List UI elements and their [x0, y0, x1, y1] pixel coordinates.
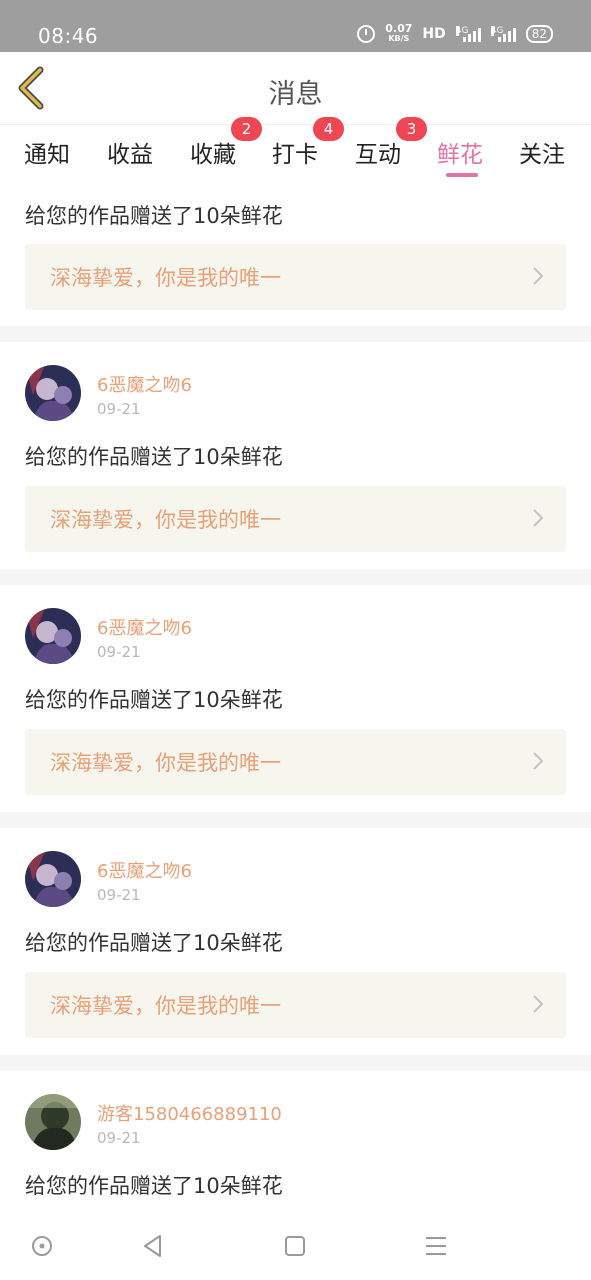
message-date: 09-21 — [97, 1129, 141, 1147]
work-card[interactable]: 深海挚爱，你是我的唯一 — [25, 244, 566, 310]
message-list: 给您的作品赠送了10朵鲜花 深海挚爱，你是我的唯一 6恶魔之吻6 09-21 给… — [0, 180, 591, 1216]
divider — [0, 569, 591, 585]
avatar-image — [25, 1094, 81, 1150]
chevron-right-icon — [533, 267, 544, 285]
list-item: 游客1580466889110 09-21 给您的作品赠送了10朵鲜花 — [0, 1071, 591, 1216]
tab-flowers[interactable]: 鲜花 — [437, 135, 483, 169]
work-card[interactable]: 深海挚爱，你是我的唯一 — [25, 486, 566, 552]
app-header: 消息 — [0, 52, 591, 124]
user-name[interactable]: 6恶魔之吻6 — [97, 371, 192, 397]
signal-sim2-icon: 4G — [490, 26, 516, 42]
work-card[interactable]: 深海挚爱，你是我的唯一 — [25, 972, 566, 1038]
message-text: 给您的作品赠送了10朵鲜花 — [25, 688, 283, 712]
user-name[interactable]: 6恶魔之吻6 — [97, 857, 192, 883]
home-circle-icon[interactable] — [28, 1232, 56, 1260]
work-title: 深海挚爱，你是我的唯一 — [50, 508, 281, 532]
tab-checkin-badge: 4 — [313, 117, 344, 141]
back-triangle-icon[interactable] — [139, 1232, 167, 1260]
avatar[interactable] — [25, 851, 81, 907]
signal-sim1-icon: 4G — [455, 26, 481, 42]
message-date: 09-21 — [97, 643, 141, 661]
status-bar: 08:46 0.07 KB/S HD 4G 4G 82 — [0, 0, 591, 52]
divider — [0, 326, 591, 342]
menu-lines-icon[interactable] — [422, 1232, 450, 1260]
message-text: 给您的作品赠送了10朵鲜花 — [25, 931, 283, 955]
message-text: 给您的作品赠送了10朵鲜花 — [25, 445, 283, 469]
tab-follow[interactable]: 关注 — [519, 135, 565, 169]
message-text: 给您的作品赠送了10朵鲜花 — [25, 1174, 283, 1198]
list-item: 6恶魔之吻6 09-21 给您的作品赠送了10朵鲜花 深海挚爱，你是我的唯一 — [0, 342, 591, 568]
network-speed-unit: KB/S — [388, 34, 410, 43]
tab-favorites-badge: 2 — [231, 117, 262, 141]
avatar[interactable] — [25, 608, 81, 664]
page-title: 消息 — [268, 79, 323, 110]
divider — [0, 812, 591, 828]
network-speed-value: 0.07 — [385, 22, 413, 35]
divider — [0, 1055, 591, 1071]
work-card[interactable]: 深海挚爱，你是我的唯一 — [25, 729, 566, 795]
work-title: 深海挚爱，你是我的唯一 — [50, 266, 281, 290]
sim1-label: 4G — [455, 26, 469, 36]
list-item: 6恶魔之吻6 09-21 给您的作品赠送了10朵鲜花 深海挚爱，你是我的唯一 — [0, 828, 591, 1054]
tab-bar: 通知 收益 收藏 2 打卡 4 互动 3 鲜花 关注 — [0, 117, 591, 180]
recents-square-icon[interactable] — [281, 1232, 309, 1260]
battery-icon: 82 — [525, 25, 553, 43]
alarm-icon — [357, 25, 376, 43]
status-icons: 0.07 KB/S HD 4G 4G 82 — [357, 22, 553, 44]
network-speed: 0.07 KB/S — [385, 22, 413, 44]
chevron-right-icon — [533, 752, 544, 770]
tab-earnings[interactable]: 收益 — [107, 135, 153, 169]
tab-favorites[interactable]: 收藏 — [190, 135, 236, 169]
work-title: 深海挚爱，你是我的唯一 — [50, 751, 281, 775]
chevron-right-icon — [533, 509, 544, 527]
avatar-image — [25, 851, 81, 907]
tab-interaction-badge: 3 — [396, 117, 427, 141]
tab-interaction[interactable]: 互动 — [355, 135, 401, 169]
tab-notice[interactable]: 通知 — [24, 135, 70, 169]
system-nav-bar — [0, 1216, 591, 1280]
status-time: 08:46 — [38, 24, 99, 48]
message-date: 09-21 — [97, 886, 141, 904]
avatar[interactable] — [25, 1094, 81, 1150]
avatar-image — [25, 608, 81, 664]
avatar[interactable] — [25, 365, 81, 421]
message-text: 给您的作品赠送了10朵鲜花 — [25, 204, 283, 228]
message-date: 09-21 — [97, 400, 141, 418]
active-tab-indicator — [446, 173, 478, 177]
user-name[interactable]: 游客1580466889110 — [97, 1100, 282, 1126]
chevron-right-icon — [533, 995, 544, 1013]
list-item: 6恶魔之吻6 09-21 给您的作品赠送了10朵鲜花 深海挚爱，你是我的唯一 — [0, 585, 591, 811]
user-name[interactable]: 6恶魔之吻6 — [97, 614, 192, 640]
hd-indicator: HD — [422, 26, 446, 42]
avatar-image — [25, 365, 81, 421]
sim2-label: 4G — [490, 26, 504, 36]
tab-checkin[interactable]: 打卡 — [272, 135, 318, 169]
work-title: 深海挚爱，你是我的唯一 — [50, 994, 281, 1018]
